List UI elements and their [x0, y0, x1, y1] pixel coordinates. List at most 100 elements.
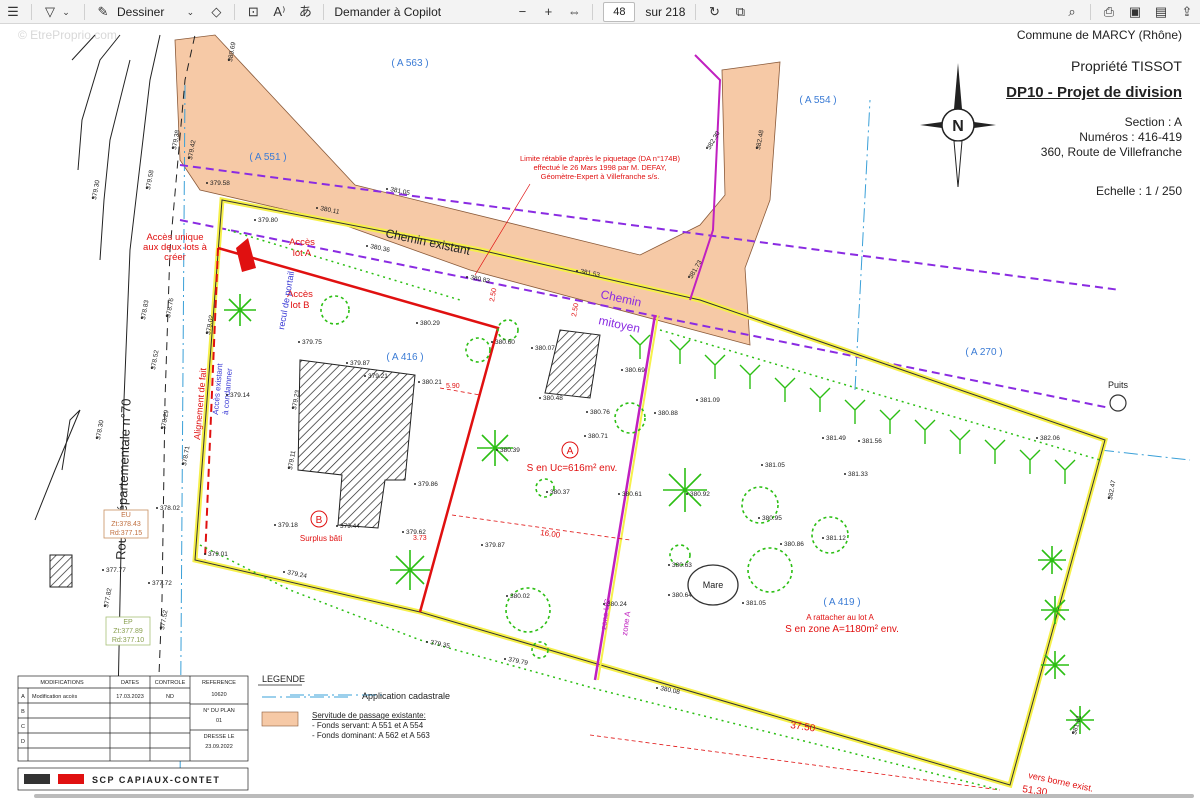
svg-text:B: B [21, 709, 25, 715]
spot-height: 378.30 [95, 419, 105, 440]
copilot-button[interactable]: Demander à Copilot [329, 0, 509, 24]
svg-text:10620: 10620 [211, 692, 226, 698]
spot-height-point [576, 270, 578, 272]
spot-height-point [654, 412, 656, 414]
spot-height: 381.33 [848, 471, 868, 478]
lot-a-surface: S en Uc=616m² env. [527, 463, 618, 474]
outbuilding [544, 329, 601, 399]
spot-height: 379.30 [91, 179, 101, 200]
spot-height: 379.14 [230, 392, 250, 399]
spot-height: 379.18 [278, 522, 298, 529]
spot-height-point [416, 322, 418, 324]
spot-height: 379.87 [485, 542, 505, 549]
spot-height: 382.06 [1040, 435, 1060, 442]
legend-servitude-2: - Fonds dominant: A 562 et A 563 [312, 731, 430, 740]
svg-text:Limite rétablie d'après le piq: Limite rétablie d'après le piquetage (DA… [520, 154, 680, 163]
spot-height-point [156, 507, 158, 509]
propriete-label: Propriété TISSOT [1070, 58, 1182, 74]
spot-height: 382.47 [1107, 479, 1117, 500]
spot-height: 380.29 [420, 320, 440, 327]
parcel-a416: ( A 416 ) [386, 352, 423, 363]
spot-height: 379.44 [340, 523, 360, 530]
svg-text:17.03.2023: 17.03.2023 [116, 694, 144, 700]
svg-text:Zt:378.43: Zt:378.43 [111, 521, 141, 528]
access-arrow [236, 238, 256, 272]
svg-text:ND: ND [166, 694, 174, 700]
spot-height: 379.58 [145, 169, 155, 190]
fit-page-button[interactable]: ⇔ [561, 0, 587, 24]
horizontal-scrollbar[interactable] [34, 794, 1194, 798]
tree [1041, 651, 1069, 679]
svg-text:lot A: lot A [293, 248, 312, 259]
spot-height-point [336, 525, 338, 527]
spot-height: 381.05 [765, 462, 785, 469]
save-as-button[interactable]: ▤ [1148, 0, 1174, 24]
contents-button[interactable]: ☰ [0, 0, 26, 24]
search-button[interactable]: ⌕ [1059, 0, 1085, 24]
rotate-button[interactable]: ↻ [701, 0, 727, 24]
translate-button[interactable]: あ [292, 0, 318, 24]
spot-height-point [531, 347, 533, 349]
zoom-in-button[interactable]: + [535, 0, 561, 24]
spot-height-point [686, 493, 688, 495]
two-page-button[interactable]: ⧉ [727, 0, 753, 24]
spot-height-point [466, 276, 468, 278]
svg-text:C: C [21, 724, 25, 730]
share-button[interactable]: ⇪ [1174, 0, 1200, 24]
spot-height: 379.21 [368, 373, 388, 380]
dim-590: 5.90 [446, 383, 460, 390]
toolbar-divider [695, 3, 697, 20]
highlighter-icon: ▽ [45, 3, 55, 19]
save-button[interactable]: ▣ [1122, 0, 1148, 24]
draw-button[interactable]: ✎ Dessiner ⌄ [90, 0, 203, 24]
spot-height: 381.12 [826, 535, 846, 542]
zoom-out-button[interactable]: − [509, 0, 535, 24]
spot-height-point [402, 531, 404, 533]
spot-height-point [346, 362, 348, 364]
tree [1041, 596, 1069, 624]
spot-height: 381.56 [862, 438, 882, 445]
hedge-trees [629, 334, 1076, 484]
acces-unique-note: Accès unique aux deux lots à créer [143, 232, 208, 263]
spot-height-point [366, 245, 368, 247]
pdf-toolbar: ☰ ▽ ⌄ ✎ Dessiner ⌄ ◇ ⊡ A⁾ あ Demander à Copi… [0, 0, 1200, 24]
spot-height-point [316, 207, 318, 209]
svg-text:Accès: Accès [289, 237, 315, 248]
spot-height-point [274, 524, 276, 526]
spot-height: 379.24 [287, 569, 308, 580]
read-aloud-button[interactable]: A⁾ [266, 0, 292, 24]
page-number-input[interactable]: 48 [603, 1, 636, 22]
spot-height-point [539, 397, 541, 399]
svg-text:Géomètre-Expert à Villefranche: Géomètre-Expert à Villefranche s/s. [541, 172, 660, 181]
chevron-down-icon: ⌄ [62, 6, 70, 17]
svg-text:créer: créer [164, 252, 186, 263]
spot-height-point [696, 399, 698, 401]
eraser-button[interactable]: ◇ [203, 0, 229, 24]
spot-height-point [546, 491, 548, 493]
tree [390, 550, 430, 590]
spot-height: 379.58 [210, 180, 230, 187]
highlight-button[interactable]: ▽ ⌄ [37, 0, 79, 24]
spot-height: 380.02 [510, 593, 530, 600]
spot-height: 378.76 [165, 297, 175, 318]
page-title: DP10 - Projet de division [1006, 84, 1182, 101]
print-button[interactable]: ⎙ [1096, 0, 1122, 24]
acces-lot-a-note: Accès lot A [289, 237, 315, 259]
spot-height-point [668, 594, 670, 596]
text-box-icon: ⊡ [247, 3, 259, 19]
text-button[interactable]: ⊡ [240, 0, 266, 24]
plus-icon: + [544, 3, 553, 19]
svg-text:MODIFICATIONS: MODIFICATIONS [40, 680, 84, 686]
svg-text:Zt:377.89: Zt:377.89 [113, 628, 143, 635]
spot-height: 380.07 [535, 345, 555, 352]
parcel-a554: ( A 554 ) [799, 95, 836, 106]
spot-height: 380.86 [784, 541, 804, 548]
read-aloud-icon: A⁾ [273, 3, 286, 19]
spot-height-point [668, 564, 670, 566]
svg-text:lot B: lot B [290, 300, 309, 311]
ep-box: EP Zt:377.89 Rd:377.10 [105, 616, 151, 646]
fit-width-icon: ⇔ [567, 3, 581, 19]
road-lines [34, 34, 196, 701]
spot-height-point [761, 464, 763, 466]
spot-height: 378.83 [140, 299, 150, 320]
